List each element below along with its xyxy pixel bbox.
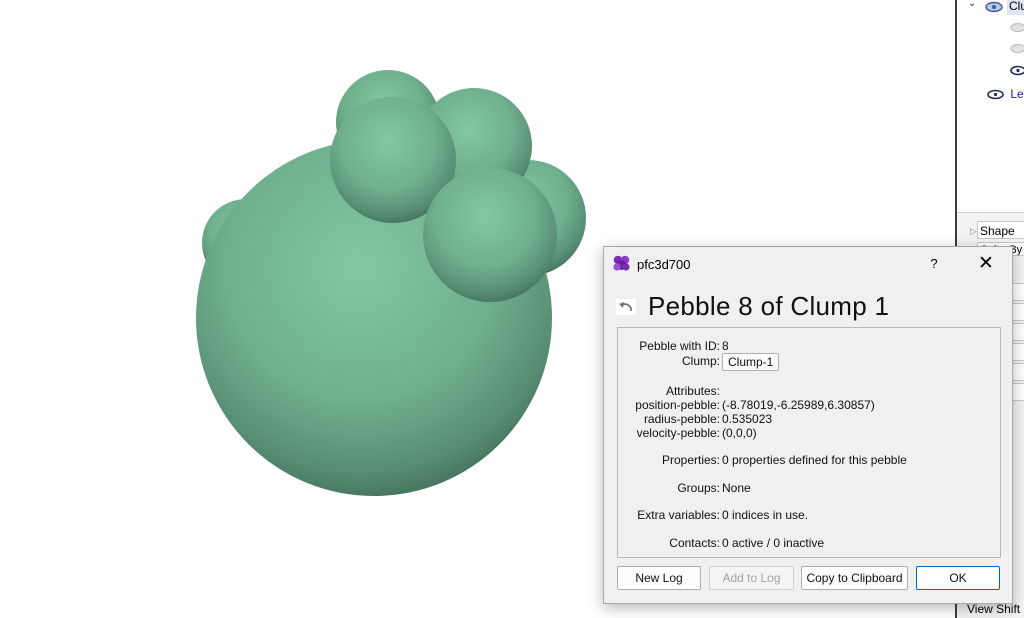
position-label: position-pebble: bbox=[635, 398, 720, 412]
dialog-heading: Pebble 8 of Clump 1 bbox=[648, 291, 890, 321]
extra-variables-value: 0 indices in use. bbox=[722, 508, 809, 522]
tree-item-legend[interactable]: Leg bbox=[987, 85, 1024, 103]
copy-to-clipboard-button[interactable]: Copy to Clipboard bbox=[801, 566, 908, 590]
ok-button[interactable]: OK bbox=[916, 566, 1000, 590]
contacts-value: 0 active / 0 inactive bbox=[722, 536, 825, 550]
clump-label: Clump: bbox=[681, 354, 720, 368]
velocity-label: velocity-pebble: bbox=[636, 426, 720, 440]
status-text: View Shift bbox=[967, 602, 1021, 616]
tree-item-label: Leg bbox=[1010, 87, 1024, 101]
properties-label: Properties: bbox=[661, 453, 720, 467]
properties-value: 0 properties defined for this pebble bbox=[722, 453, 907, 467]
eye-hidden-icon[interactable] bbox=[1010, 43, 1024, 54]
expand-triangle-icon[interactable]: ▷ bbox=[970, 226, 977, 237]
add-to-log-button[interactable]: Add to Log bbox=[709, 566, 794, 590]
property-label: Shape bbox=[980, 224, 1015, 238]
tree-item-label: Clu bbox=[1007, 0, 1024, 15]
eye-hidden-icon[interactable] bbox=[1010, 22, 1024, 33]
new-log-button[interactable]: New Log bbox=[617, 566, 701, 590]
velocity-value: (0,0,0) bbox=[722, 426, 757, 440]
eye-icon[interactable] bbox=[987, 89, 1004, 100]
radius-value: 0.535023 bbox=[722, 412, 773, 426]
eye-icon[interactable] bbox=[985, 1, 1003, 13]
position-value: (-8.78019,-6.25989,6.30857) bbox=[722, 398, 875, 412]
extra-variables-label: Extra variables: bbox=[637, 508, 720, 522]
pebble-sphere[interactable] bbox=[423, 168, 557, 302]
pfc-app-icon bbox=[613, 255, 630, 271]
radius-label: radius-pebble: bbox=[643, 412, 720, 426]
contacts-label: Contacts: bbox=[669, 536, 720, 550]
undo-arrow-icon[interactable] bbox=[616, 299, 636, 315]
window-title: pfc3d700 bbox=[637, 257, 691, 272]
model-tree: ⌄ Clu Leg bbox=[957, 0, 1024, 213]
clump-link-button[interactable]: Clump-1 bbox=[722, 353, 780, 371]
eye-icon[interactable] bbox=[1010, 65, 1024, 76]
chevron-down-icon[interactable]: ⌄ bbox=[968, 0, 976, 13]
tree-item[interactable] bbox=[1010, 39, 1024, 57]
close-button[interactable]: ✕ bbox=[970, 251, 1002, 277]
pebble-id-value: 8 bbox=[722, 339, 729, 353]
pebble-id-label: Pebble with ID: bbox=[639, 339, 720, 353]
groups-value: None bbox=[722, 481, 751, 495]
tree-item[interactable] bbox=[1010, 61, 1024, 79]
attributes-label: Attributes: bbox=[665, 384, 720, 398]
tree-item[interactable] bbox=[1010, 18, 1024, 36]
pebble-info-panel: Pebble with ID: 8 Clump: Clump-1 Attribu… bbox=[617, 327, 1001, 558]
pebble-info-dialog: pfc3d700 ? ✕ Pebble 8 of Clump 1 Pebble … bbox=[603, 246, 1013, 604]
help-button[interactable]: ? bbox=[922, 253, 946, 275]
groups-label: Groups: bbox=[677, 481, 720, 495]
property-row-shape[interactable]: Shape bbox=[977, 221, 1024, 239]
dialog-titlebar[interactable]: pfc3d700 ? ✕ bbox=[604, 247, 1012, 281]
